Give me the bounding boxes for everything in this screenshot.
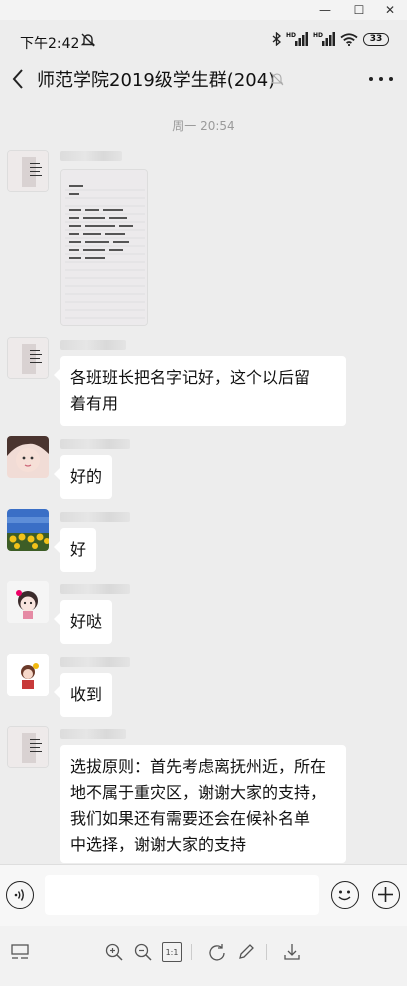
bluetooth-icon (272, 32, 281, 46)
toolbar-divider (191, 944, 192, 960)
message-bubble[interactable]: 好哒 (53, 600, 113, 644)
status-icons: HD HD 33 (272, 32, 389, 46)
voice-icon[interactable] (6, 881, 34, 909)
more-icon[interactable] (369, 72, 393, 86)
message-input[interactable] (45, 875, 319, 915)
sender-name (60, 584, 130, 594)
message-text: 各班班长把名字记好，这个以后留 (70, 368, 311, 387)
rotate-icon[interactable] (207, 942, 227, 962)
message-bubble[interactable]: 选拔原则：首先考虑离抚州近，所在 地不属于重灾区，谢谢大家的支持， 我们如果还有… (60, 745, 346, 863)
viewer-toolbar: 1:1 (0, 926, 407, 986)
message-bubble[interactable]: 收到 (53, 673, 113, 717)
chat-header: 师范学院2019级学生群(204) (0, 62, 407, 96)
actual-size-icon[interactable]: 1:1 (162, 942, 182, 962)
message-bubble[interactable]: 各班班长把名字记好，这个以后留 着有用 (54, 356, 346, 426)
plus-icon[interactable] (372, 881, 400, 909)
avatar[interactable] (7, 509, 49, 551)
sender-name (60, 657, 130, 667)
message-text: 好 (70, 540, 87, 559)
close-button[interactable]: ✕ (373, 0, 407, 20)
message-text: 好的 (70, 467, 103, 486)
avatar[interactable] (7, 436, 49, 478)
status-time: 下午2:42 (20, 36, 80, 52)
avatar[interactable] (7, 581, 49, 623)
avatar[interactable] (7, 337, 49, 379)
sender-name (60, 439, 130, 449)
sender-name (60, 512, 130, 522)
message-text: 收到 (70, 685, 103, 704)
message-image[interactable] (60, 169, 148, 326)
emoji-icon[interactable] (331, 881, 359, 909)
download-icon[interactable] (282, 942, 302, 962)
wifi-icon (340, 32, 358, 46)
avatar[interactable] (7, 654, 49, 696)
edit-icon[interactable] (236, 942, 256, 962)
battery-icon: 33 (363, 32, 389, 46)
message-text: 好哒 (70, 612, 103, 631)
battery-level: 33 (369, 34, 383, 44)
message-text: 我们如果还有需要还会在候补名单 (70, 809, 311, 828)
avatar[interactable] (7, 150, 49, 192)
message-timestamp: 周一 20:54 (172, 119, 235, 133)
sender-name (60, 729, 126, 739)
chat-title: 师范学院2019级学生群(204) (37, 70, 276, 91)
signal-hd-icon: HD (286, 32, 308, 46)
sender-name (60, 340, 126, 350)
maximize-button[interactable]: ☐ (342, 0, 376, 20)
toolbar-divider (266, 944, 267, 960)
message-bubble[interactable]: 好 (53, 528, 97, 572)
input-bar (0, 864, 407, 926)
message-text: 地不属于重灾区，谢谢大家的支持， (70, 783, 327, 802)
avatar[interactable] (7, 726, 49, 768)
signal-hd-icon: HD (313, 32, 335, 46)
sender-name (60, 151, 122, 161)
message-bubble[interactable]: 好的 (53, 455, 113, 499)
message-text: 着有用 (70, 394, 119, 413)
do-not-disturb-icon (80, 33, 96, 47)
mute-bell-icon (270, 72, 284, 86)
zoom-in-icon[interactable] (104, 942, 124, 962)
status-bar: 下午2:42 HD HD 33 (0, 20, 407, 62)
minimize-button[interactable]: — (308, 0, 342, 20)
zoom-out-icon[interactable] (133, 942, 153, 962)
back-icon[interactable] (8, 66, 30, 92)
layout-icon[interactable] (10, 942, 30, 962)
message-text: 选拔原则：首先考虑离抚州近，所在 (70, 757, 327, 776)
window-titlebar: — ☐ ✕ (0, 0, 407, 20)
message-text: 中选择，谢谢大家的支持 (70, 835, 247, 854)
